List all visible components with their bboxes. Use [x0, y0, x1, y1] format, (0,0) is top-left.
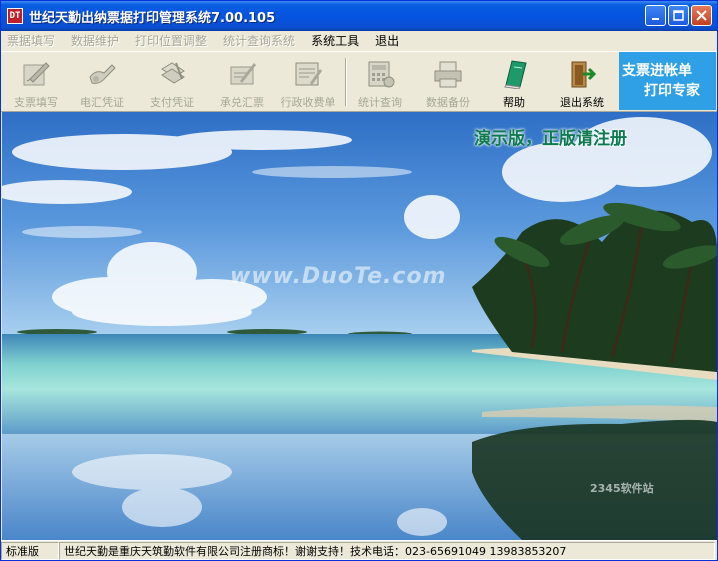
window-title: 世纪天勤出纳票据打印管理系统7.00.105 [29, 10, 276, 26]
calculator-icon [363, 58, 397, 89]
menu-data-maintenance[interactable]: 数据维护 [71, 32, 119, 49]
pen-check-icon [225, 58, 259, 89]
toolbar-label: 统计查询 [358, 96, 402, 109]
pen-paper-icon [19, 58, 53, 89]
promo-banner[interactable]: 支票进帐单 打印专家 [619, 52, 716, 110]
status-message: 世纪天勤是重庆天筑勤软件有限公司注册商标！谢谢支持！技术电话：023-65691… [59, 541, 715, 560]
title-bar[interactable]: DT 世纪天勤出纳票据打印管理系统7.00.105 [1, 1, 717, 31]
toolbar-wire-transfer-button[interactable]: 电汇凭证 [71, 56, 133, 110]
toolbar-help-button[interactable]: 帮助 [483, 56, 545, 110]
window-controls [645, 5, 712, 26]
menu-bar: 票据填写 数据维护 打印位置调整 统计查询系统 系统工具 退出 [1, 31, 717, 50]
toolbar-separator [345, 58, 347, 106]
toolbar-backup-button[interactable]: 数据备份 [417, 56, 479, 110]
promo-line-1: 支票进帐单 [622, 63, 692, 79]
maximize-icon [673, 10, 684, 21]
hand-write-icon [85, 58, 119, 89]
toolbar-label: 支付凭证 [150, 96, 194, 109]
status-bar: 标准版 世纪天勤是重庆天筑勤软件有限公司注册商标！谢谢支持！技术电话：023-6… [1, 540, 717, 560]
toolbar-label: 行政收费单 [280, 96, 336, 109]
promo-line-2: 打印专家 [644, 83, 700, 99]
status-edition: 标准版 [1, 541, 59, 560]
toolbar-label: 承兑汇票 [220, 96, 264, 109]
toolbar-label: 数据备份 [426, 96, 470, 109]
toolbar-label: 支票填写 [14, 96, 58, 109]
toolbar-label: 退出系统 [560, 96, 604, 109]
beach-scene-image [2, 112, 717, 540]
book-icon [497, 58, 531, 89]
app-window: DT 世纪天勤出纳票据打印管理系统7.00.105 票据填写 数据维护 打印位置… [0, 0, 718, 561]
toolbar-label: 帮助 [503, 96, 525, 109]
corner-watermark: 2345软件站 [590, 482, 654, 495]
menu-system-tools[interactable]: 系统工具 [311, 32, 359, 49]
maximize-button[interactable] [668, 5, 689, 26]
toolbar-payment-voucher-button[interactable]: 支付凭证 [141, 56, 203, 110]
menu-print-position[interactable]: 打印位置调整 [135, 32, 207, 49]
app-logo-icon[interactable]: DT [7, 8, 23, 24]
toolbar: 支票填写 电汇凭证 支付凭证 承兑汇票 行政收费单 统计查询 数据备份 帮助 退… [1, 51, 717, 112]
menu-exit[interactable]: 退出 [375, 32, 399, 49]
menu-statistics[interactable]: 统计查询系统 [223, 32, 295, 49]
toolbar-acceptance-bill-button[interactable]: 承兑汇票 [211, 56, 273, 110]
demo-notice: 演示版，正版请注册 [474, 129, 627, 149]
document-stack-icon [155, 58, 189, 89]
minimize-icon [651, 17, 659, 20]
toolbar-exit-button[interactable]: 退出系统 [551, 56, 613, 110]
exit-door-icon [565, 58, 599, 89]
form-icon [291, 58, 325, 89]
toolbar-label: 电汇凭证 [80, 96, 124, 109]
toolbar-statistics-button[interactable]: 统计查询 [349, 56, 411, 110]
close-button[interactable] [691, 5, 712, 26]
minimize-button[interactable] [645, 5, 666, 26]
printer-icon [431, 58, 465, 89]
site-watermark: www.DuoTe.com [230, 264, 447, 289]
menu-fill-bill[interactable]: 票据填写 [7, 32, 55, 49]
close-icon [696, 10, 707, 21]
background-scene: 演示版，正版请注册 www.DuoTe.com 2345软件站 [2, 112, 717, 540]
toolbar-admin-fee-button[interactable]: 行政收费单 [277, 56, 339, 110]
toolbar-check-fill-button[interactable]: 支票填写 [5, 56, 67, 110]
